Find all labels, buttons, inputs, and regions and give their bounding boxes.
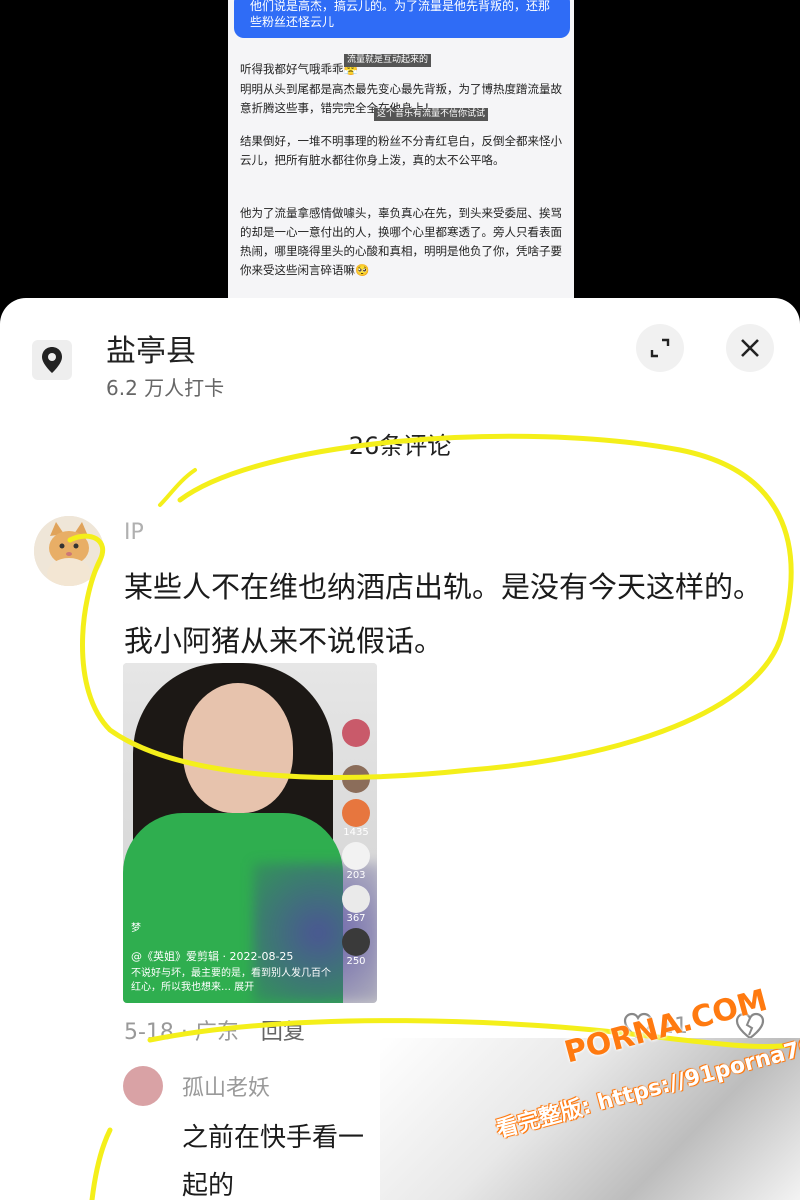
avatar[interactable] [34, 516, 104, 586]
video-thumbnail[interactable]: 1435 203 367 250 梦 @《英姐》爱剪辑 · 2022-08-25… [123, 663, 377, 1003]
background-post-screenshot: 他们说是高杰，搞云儿的。为了流量是他先背叛的，还那些粉丝还怪云儿 听得我都好气哦… [228, 0, 574, 300]
music-avatar-icon[interactable] [342, 765, 370, 793]
reply-username[interactable]: 孤山老妖 [182, 1070, 270, 1102]
like-count: 1435 [343, 827, 369, 838]
person-face [183, 683, 293, 813]
reply-button[interactable]: 回复 [261, 1020, 305, 1045]
comment-username[interactable]: IP [124, 520, 144, 545]
share-count: 367 [346, 913, 366, 924]
reply-avatar[interactable] [123, 1066, 163, 1106]
author-avatar-icon[interactable] [342, 719, 370, 747]
checkin-count: 6.2 万人打卡 [106, 376, 225, 400]
overlay-tag: 流量就是互动起来的 [344, 54, 432, 67]
collect-count: 250 [346, 956, 366, 967]
post-paragraph: 他为了流量拿感情做噱头，辜负真心在先，到头来受委屈、挨骂的却是一心一意付出的人，… [240, 206, 562, 277]
comments-count-header: 26条评论 [348, 432, 452, 460]
chat-bubble: 他们说是高杰，搞云儿的。为了流量是他先背叛的，还那些粉丝还怪云儿 [234, 0, 570, 38]
expand-button[interactable] [636, 324, 684, 372]
video-caption: 不说好与坏，最主要的是，看到别人发几百个红心，所以我也想来… 展开 [131, 968, 331, 993]
share-icon[interactable] [342, 885, 370, 913]
collect-icon[interactable] [342, 928, 370, 956]
heart-icon[interactable] [342, 799, 370, 827]
reply-text: 之前在快手看一起的 [182, 1123, 365, 1200]
location-pin-icon [32, 340, 72, 380]
overlay-tag: 这个音乐有流量不信你试试 [374, 108, 489, 121]
close-button[interactable] [726, 324, 774, 372]
comment-text: 某些人不在维也纳酒店出轨。是没有今天这样的。我小阿猪从来不说假话。 [124, 570, 763, 658]
video-overlay-text: 梦 [131, 923, 141, 934]
location-title[interactable]: 盐亭县 [106, 326, 196, 370]
comment-icon[interactable] [342, 842, 370, 870]
cat-avatar-image [34, 516, 104, 586]
post-paragraph: 结果倒好，一堆不明事理的粉丝不分青红皂白，反倒全都来怪小云儿，把所有脏水都往你身… [240, 134, 562, 167]
comment-footer: 5-18 · 广东 回复 [124, 1014, 305, 1046]
close-icon [741, 339, 759, 357]
video-author[interactable]: @《英姐》爱剪辑 · 2022-08-25 [131, 950, 331, 964]
comment-date-location: 5-18 · 广东 [124, 1020, 239, 1045]
video-meta: 梦 @《英姐》爱剪辑 · 2022-08-25 不说好与坏，最主要的是，看到别人… [131, 922, 331, 995]
video-side-actions: 1435 203 367 250 [341, 719, 371, 967]
expand-icon [650, 338, 670, 358]
comment-count: 203 [346, 870, 366, 881]
